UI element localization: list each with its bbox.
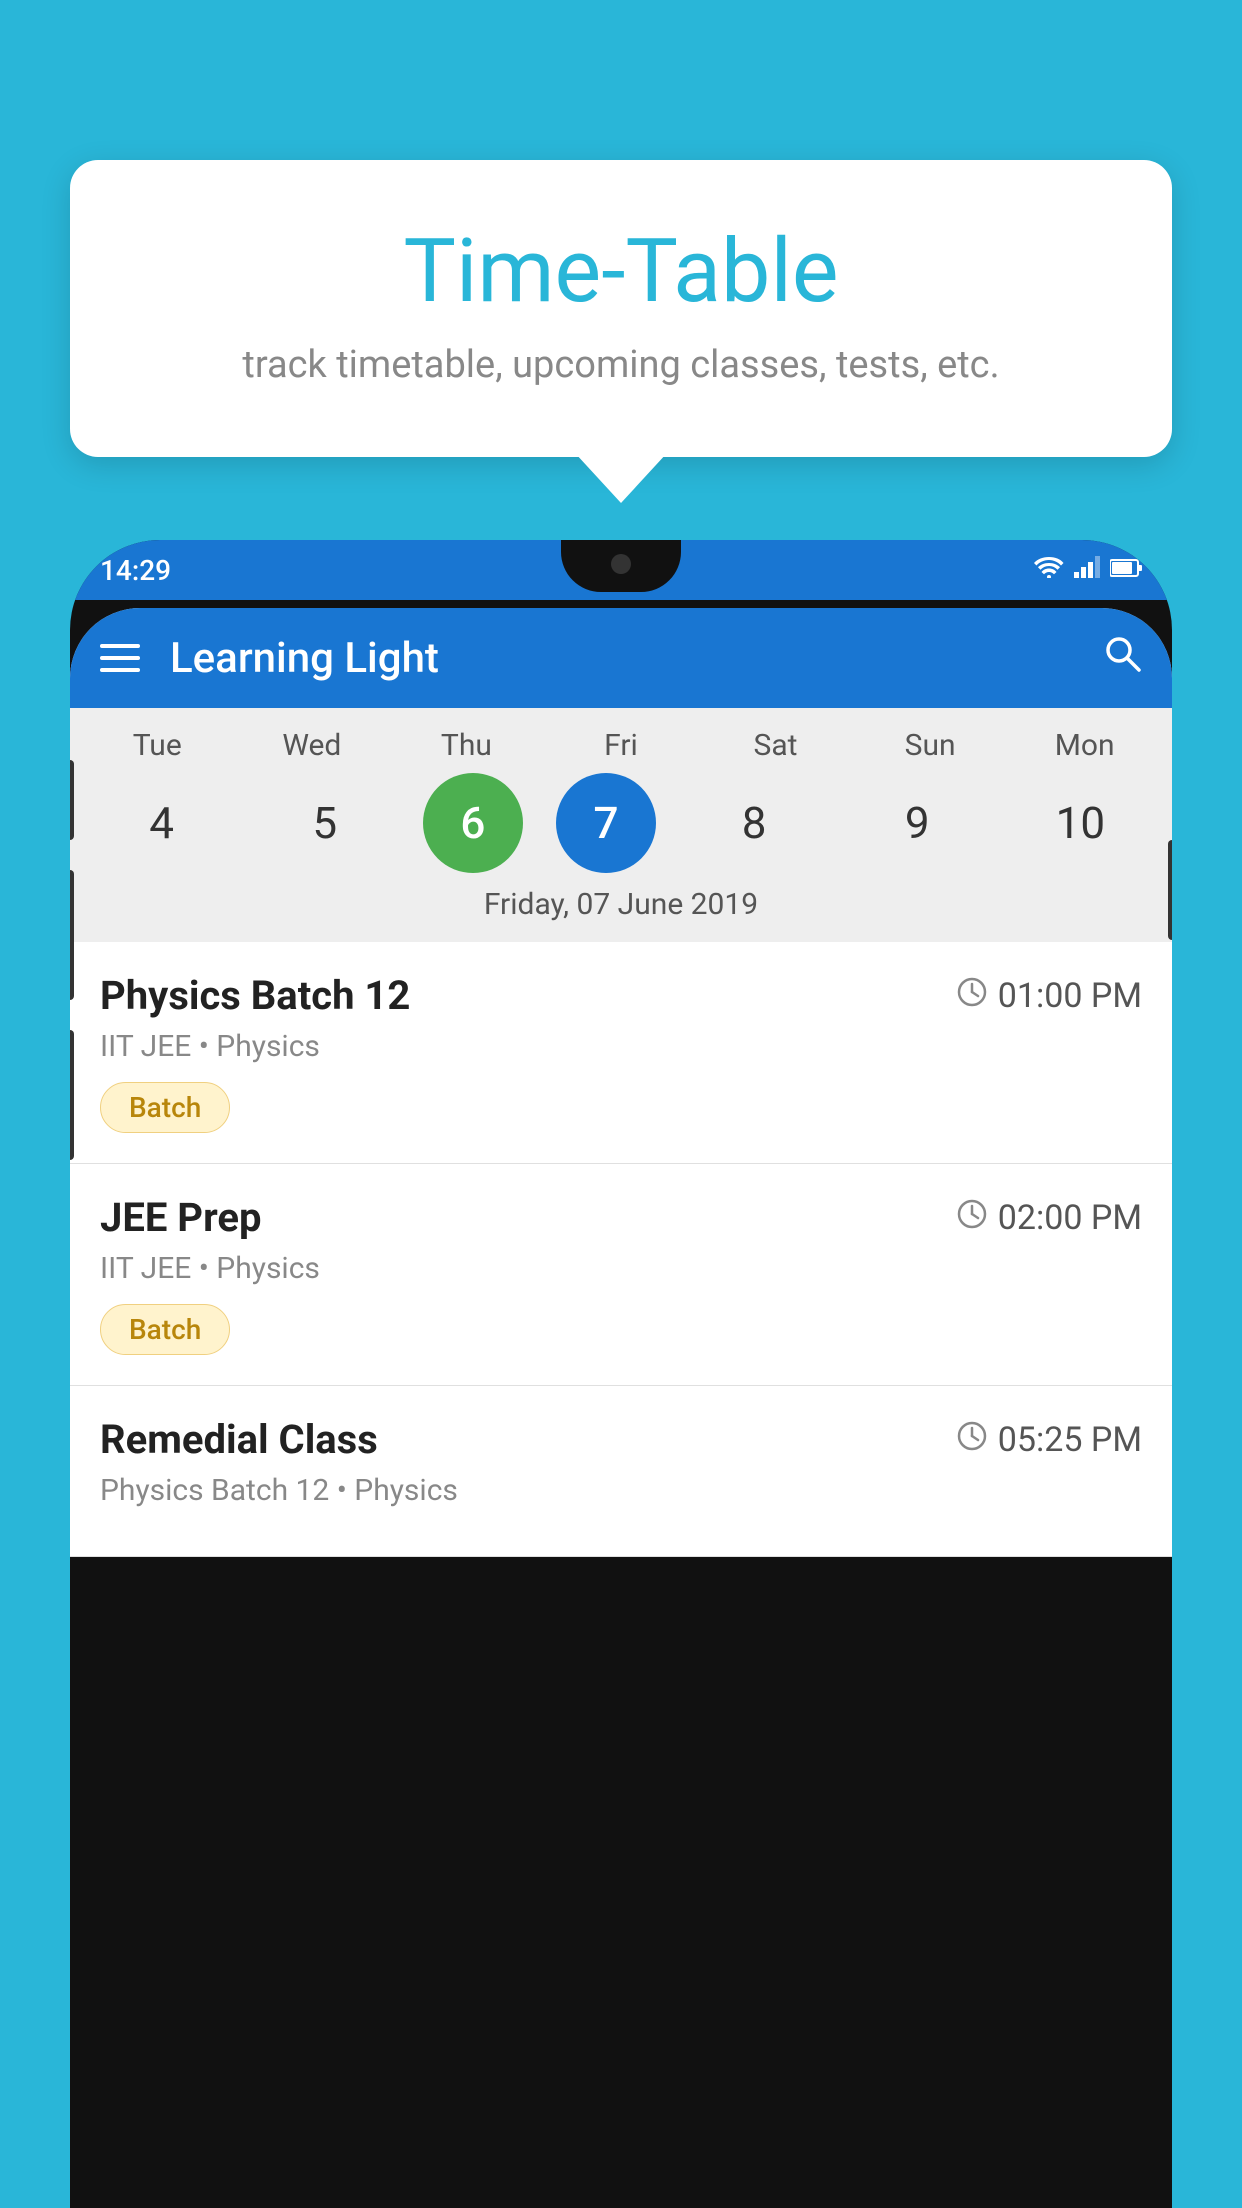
clock-icon-2 xyxy=(956,1198,988,1238)
day-header-mon: Mon xyxy=(1020,728,1150,763)
day-10[interactable]: 10 xyxy=(1015,773,1145,873)
batch-tag-2: Batch xyxy=(100,1304,230,1355)
schedule-time-3: 05:25 PM xyxy=(956,1420,1142,1460)
day-7-selected[interactable]: 7 xyxy=(556,773,656,873)
app-bar: Learning Light xyxy=(70,608,1172,708)
schedule-item-3[interactable]: Remedial Class 05:25 PM Physics Batch 12… xyxy=(70,1386,1172,1557)
day-header-sun: Sun xyxy=(865,728,995,763)
calendar-strip: Tue Wed Thu Fri Sat Sun Mon 4 5 6 7 8 9 … xyxy=(70,708,1172,942)
schedule-item-2[interactable]: JEE Prep 02:00 PM IIT JEE • Physics xyxy=(70,1164,1172,1386)
power-button xyxy=(1168,840,1172,940)
schedule-subtitle-2: IIT JEE • Physics xyxy=(100,1251,1142,1286)
schedule-time-1: 01:00 PM xyxy=(956,976,1142,1016)
schedule-subtitle-1: IIT JEE • Physics xyxy=(100,1029,1142,1064)
day-numbers: 4 5 6 7 8 9 10 xyxy=(70,763,1172,873)
menu-button[interactable] xyxy=(100,644,140,672)
batch-tag-1: Batch xyxy=(100,1082,230,1133)
silent-button xyxy=(70,1030,74,1160)
schedule-title-2: JEE Prep xyxy=(100,1194,261,1241)
volume-down-button xyxy=(70,870,74,1000)
schedule-item-1[interactable]: Physics Batch 12 01:00 PM IIT JEE • Phys… xyxy=(70,942,1172,1164)
day-header-fri: Fri xyxy=(556,728,686,763)
status-icons xyxy=(1034,556,1142,584)
bubble-subtitle: track timetable, upcoming classes, tests… xyxy=(120,343,1122,387)
schedule-title-1: Physics Batch 12 xyxy=(100,972,410,1019)
battery-icon xyxy=(1110,556,1142,584)
bubble-title: Time-Table xyxy=(120,220,1122,323)
day-header-wed: Wed xyxy=(247,728,377,763)
notch xyxy=(561,540,681,592)
day-headers: Tue Wed Thu Fri Sat Sun Mon xyxy=(70,728,1172,763)
day-header-thu: Thu xyxy=(401,728,531,763)
clock-icon-3 xyxy=(956,1420,988,1460)
day-6-today[interactable]: 6 xyxy=(423,773,523,873)
volume-up-button xyxy=(70,760,74,840)
day-header-tue: Tue xyxy=(92,728,222,763)
schedule-title-3: Remedial Class xyxy=(100,1416,378,1463)
schedule-container: Physics Batch 12 01:00 PM IIT JEE • Phys… xyxy=(70,942,1172,1557)
speech-bubble: Time-Table track timetable, upcoming cla… xyxy=(70,160,1172,457)
phone-screen: Learning Light Tue Wed Thu Fri Sat Sun M… xyxy=(70,608,1172,1557)
day-8[interactable]: 8 xyxy=(689,773,819,873)
schedule-subtitle-3: Physics Batch 12 • Physics xyxy=(100,1473,1142,1508)
status-bar: 14:29 xyxy=(70,540,1172,600)
signal-icon xyxy=(1074,556,1100,584)
day-4[interactable]: 4 xyxy=(97,773,227,873)
day-5[interactable]: 5 xyxy=(260,773,390,873)
app-title: Learning Light xyxy=(170,634,1072,683)
schedule-item-2-header: JEE Prep 02:00 PM xyxy=(100,1194,1142,1241)
search-button[interactable] xyxy=(1102,633,1142,684)
schedule-time-2: 02:00 PM xyxy=(956,1198,1142,1238)
day-header-sat: Sat xyxy=(711,728,841,763)
status-time: 14:29 xyxy=(100,554,171,587)
schedule-item-3-header: Remedial Class 05:25 PM xyxy=(100,1416,1142,1463)
schedule-item-1-header: Physics Batch 12 01:00 PM xyxy=(100,972,1142,1019)
selected-date-label: Friday, 07 June 2019 xyxy=(70,873,1172,932)
day-9[interactable]: 9 xyxy=(852,773,982,873)
clock-icon-1 xyxy=(956,976,988,1016)
front-camera xyxy=(611,554,631,574)
phone-frame: 14:29 xyxy=(70,540,1172,2208)
wifi-icon xyxy=(1034,556,1064,584)
